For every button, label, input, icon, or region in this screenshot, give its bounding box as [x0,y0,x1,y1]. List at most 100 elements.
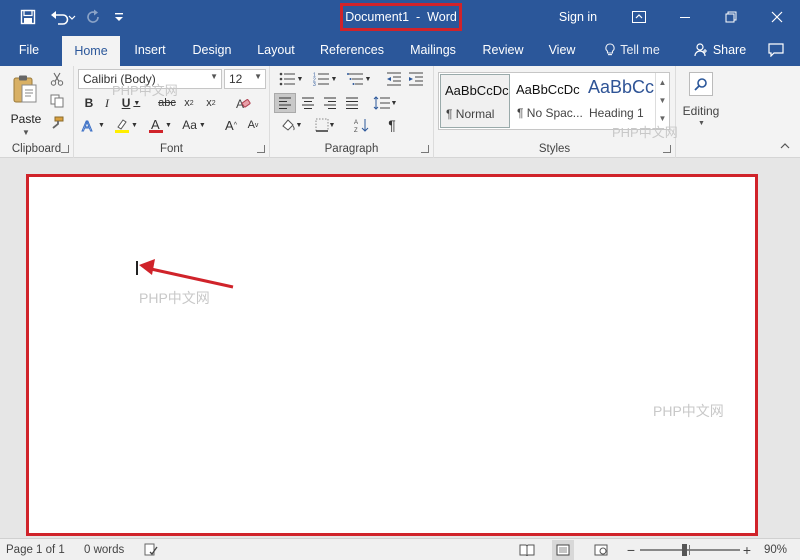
tab-mailings[interactable]: Mailings [402,34,464,66]
save-icon[interactable] [14,0,42,34]
word-count[interactable]: 0 words [84,539,124,560]
borders-icon[interactable]: ▼ [310,115,340,135]
show-formatting-marks-icon[interactable]: ¶ [382,115,402,135]
increase-indent-icon[interactable] [406,69,426,89]
web-layout-icon[interactable] [590,539,612,560]
customize-toolbar-icon[interactable] [108,0,130,34]
svg-text:A: A [82,118,92,133]
zoom-slider[interactable] [640,544,740,556]
shading-icon[interactable]: ▼ [276,115,306,135]
cut-icon[interactable] [48,70,66,88]
ribbon-display-options-icon[interactable] [616,0,662,34]
numbering-icon[interactable]: 1 2 3 ▼ [310,69,340,89]
text-effects-icon[interactable]: A ▼ [80,115,106,135]
multilevel-list-icon[interactable]: ▼ [344,69,374,89]
print-layout-icon[interactable] [552,540,574,560]
redo-icon[interactable] [82,0,104,34]
document-page[interactable]: PHP中文网 PHP中文网 [26,174,758,536]
zoom-center-mark [689,545,690,555]
chevron-down-icon: ▼ [698,120,705,127]
editing-label: Editing [682,104,720,118]
bold-icon[interactable]: B [80,93,98,113]
zoom-in-icon[interactable]: + [740,539,754,560]
format-painter-icon[interactable] [48,114,66,132]
tab-home[interactable]: Home [62,36,120,66]
close-icon[interactable] [754,0,800,34]
tab-review[interactable]: Review [478,34,528,66]
font-color-icon[interactable]: A ▼ [146,115,174,135]
style-sample: AaBbCcDc [516,82,580,97]
styles-launcher-icon[interactable] [663,145,671,153]
change-case-icon[interactable]: Aa ▼ [176,115,212,135]
tab-layout[interactable]: Layout [252,34,300,66]
zoom-out-icon[interactable]: − [624,539,638,560]
sort-icon[interactable]: AZ [352,115,372,135]
svg-text:Z: Z [354,128,358,133]
tab-references[interactable]: References [316,34,388,66]
zoom-slider-thumb[interactable] [681,544,687,556]
clipboard-launcher-icon[interactable] [61,145,69,153]
style-heading-1[interactable]: AaBbCc Heading 1 [584,74,654,128]
watermark-text: PHP中文网 [112,83,178,98]
annotation-arrow-icon [139,259,234,289]
shrink-font-icon[interactable]: Av [244,115,262,135]
paragraph-launcher-icon[interactable] [421,145,429,153]
read-mode-icon[interactable] [516,539,538,560]
comment-icon[interactable] [762,34,790,66]
style-no-spacing[interactable]: AaBbCcDc ¶ No Spac... [512,74,583,128]
paragraph-group: ▼ 1 2 3 ▼ ▼ ▼ ▼ ▼ A Z ¶ Paragraph [270,66,434,158]
ribbon: Paste ▼ Clipboard Calibri (Body) ▼ 12 ▼ … [0,66,800,158]
style-sample: AaBbCcDc [445,83,509,98]
tab-view[interactable]: View [542,34,582,66]
watermark-text: PHP中文网 [139,290,210,306]
paste-dropdown-icon[interactable]: ▼ [22,128,30,137]
align-center-icon[interactable] [298,93,318,113]
editing-button[interactable]: Editing ▼ [682,70,720,130]
undo-icon[interactable] [46,0,80,34]
highlight-color-icon[interactable]: ▼ [112,115,140,135]
svg-text:A: A [354,120,358,126]
bullets-icon[interactable]: ▼ [276,69,306,89]
sign-in-link[interactable]: Sign in [552,0,604,34]
font-group-label: Font [159,143,183,155]
style-name: ¶ Normal [446,107,495,121]
font-launcher-icon[interactable] [257,145,265,153]
subscript-icon[interactable]: x2 [180,93,198,113]
clear-formatting-icon[interactable]: A [232,93,254,113]
tell-me-search[interactable]: Tell me [598,34,666,66]
grow-font-icon[interactable]: A ^ [222,115,240,135]
restore-icon[interactable] [708,0,754,34]
tab-file[interactable]: File [10,34,48,66]
minimize-icon[interactable] [662,0,708,34]
align-left-icon[interactable] [274,93,296,113]
scroll-down-icon[interactable]: ▼ [656,91,669,109]
page-count[interactable]: Page 1 of 1 [6,539,65,560]
paragraph-group-label: Paragraph [324,143,379,155]
align-right-icon[interactable] [320,93,340,113]
chevron-down-icon: ▼ [254,72,262,81]
zoom-level[interactable]: 90% [764,539,787,560]
copy-icon[interactable] [48,92,66,110]
proofing-icon[interactable] [144,539,162,560]
line-spacing-icon[interactable]: ▼ [370,93,400,113]
clipboard-icon [13,75,37,103]
style-normal[interactable]: AaBbCcDc ¶ Normal [440,74,510,128]
collapse-ribbon-icon[interactable] [780,142,790,153]
paste-button[interactable]: Paste ▼ [8,72,44,138]
watermark-text: PHP中文网 [612,125,678,140]
svg-text:A: A [151,117,160,132]
clipboard-group: Paste ▼ Clipboard [0,66,74,158]
styles-scrollbar[interactable]: ▲ ▼ ▼ [655,73,669,129]
font-size-value: 12 [229,72,243,86]
tab-design[interactable]: Design [186,34,238,66]
document-title: Document1 - Word [340,3,462,31]
font-size-select[interactable]: 12 ▼ [224,69,266,89]
document-area: PHP中文网 PHP中文网 [0,158,800,538]
share-button[interactable]: Share [690,34,750,66]
style-name: Heading 1 [589,106,644,120]
decrease-indent-icon[interactable] [384,69,404,89]
tab-insert[interactable]: Insert [128,34,172,66]
superscript-icon[interactable]: x2 [202,93,220,113]
justify-icon[interactable] [342,93,362,113]
scroll-up-icon[interactable]: ▲ [656,73,669,91]
